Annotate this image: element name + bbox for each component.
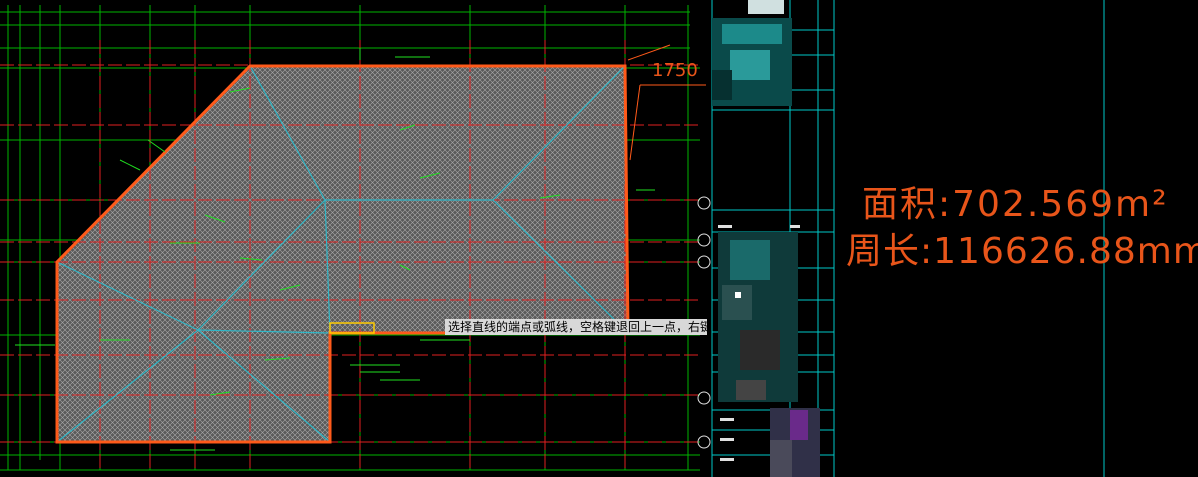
roof-hatch-area (57, 66, 628, 442)
redacted-logo-top (712, 0, 792, 106)
perimeter-readout: 周长:116626.88mm (846, 231, 1198, 272)
dimension-hint: 1750 (652, 60, 698, 81)
command-prompt-tooltip: 选择直线的端点或弧线，空格键退回上一点，右键完 (445, 319, 707, 335)
redacted-stamp-bottom (770, 408, 820, 477)
redacted-stamp-middle (718, 232, 798, 402)
area-readout: 面积:702.569m² (862, 184, 1169, 225)
